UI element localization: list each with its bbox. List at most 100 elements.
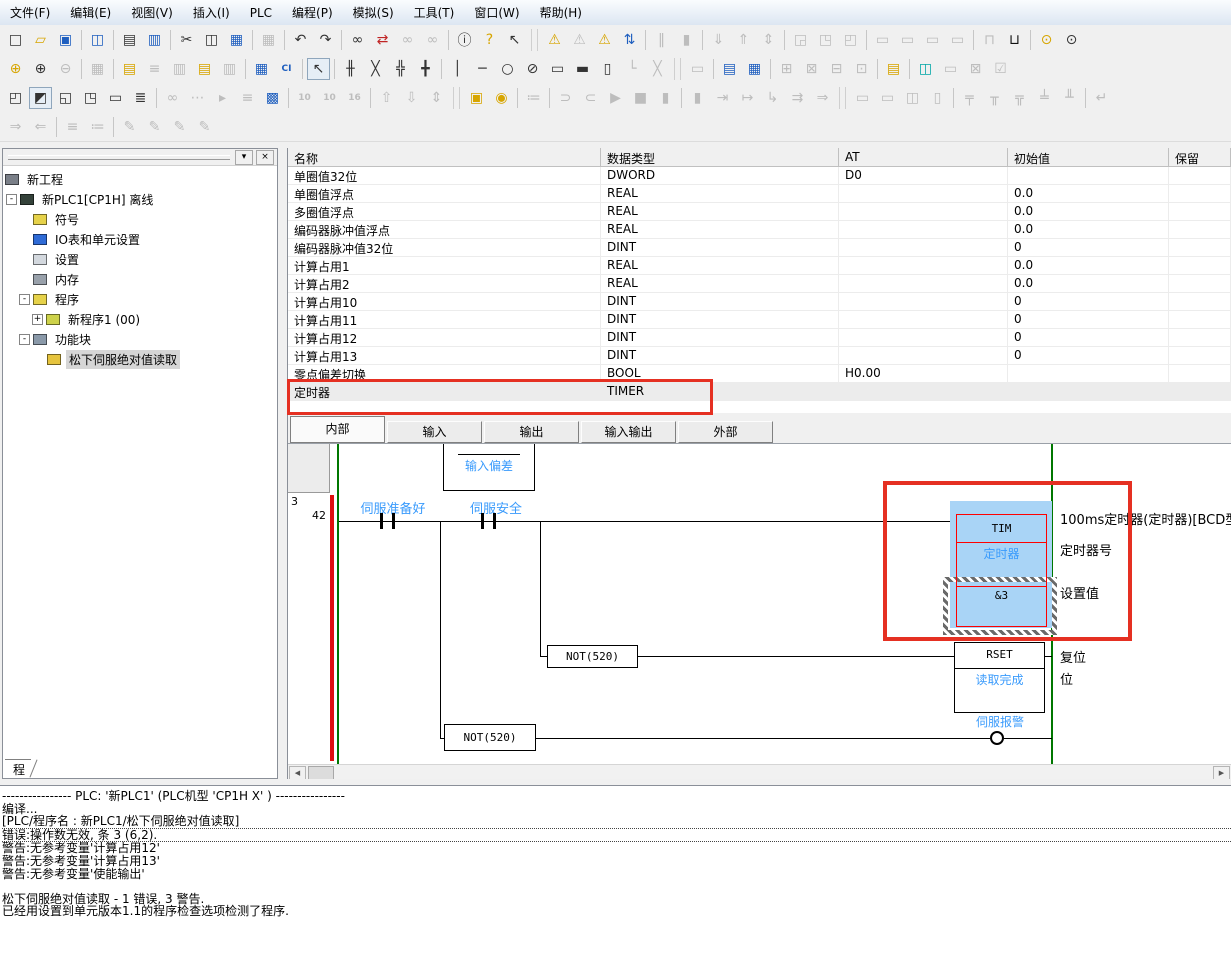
drag-handle[interactable] bbox=[8, 155, 230, 160]
table-row[interactable]: 计算占用10DINT0 bbox=[288, 293, 1231, 311]
table-cell[interactable]: 0 bbox=[1008, 311, 1169, 328]
auto-online-button[interactable]: ⇅ bbox=[618, 29, 641, 51]
table-cell[interactable]: 计算占用10 bbox=[288, 293, 601, 310]
menu-item[interactable]: 编程(P) bbox=[282, 0, 343, 25]
vertical-line-button[interactable]: │ bbox=[446, 58, 469, 80]
table-cell[interactable] bbox=[839, 293, 1008, 310]
column-header[interactable]: 名称 bbox=[288, 148, 601, 166]
table-cell[interactable]: 0 bbox=[1008, 347, 1169, 364]
table-cell[interactable]: 多圈值浮点 bbox=[288, 203, 601, 220]
table-row[interactable]: 计算占用11DINT0 bbox=[288, 311, 1231, 329]
table-cell[interactable] bbox=[1169, 329, 1231, 346]
tree-item[interactable]: -新PLC1[CP1H] 离线 bbox=[3, 189, 277, 209]
tree-item[interactable]: 新工程 bbox=[3, 169, 277, 189]
contact-open-icon[interactable] bbox=[481, 513, 484, 529]
output-line[interactable]: 警告:无参考变量'计算占用13' bbox=[2, 855, 1231, 868]
table-row[interactable]: 单圈值浮点REAL0.0 bbox=[288, 185, 1231, 203]
table-cell[interactable]: DINT bbox=[601, 347, 839, 364]
undo-button[interactable]: ↶ bbox=[289, 29, 312, 51]
table-cell[interactable] bbox=[1008, 383, 1169, 400]
output-line[interactable]: 警告:无参考变量'计算占用12' bbox=[2, 842, 1231, 855]
contact-open-icon[interactable] bbox=[392, 513, 395, 529]
new-project-button[interactable]: □ bbox=[4, 29, 27, 51]
dock-button[interactable]: ▾ bbox=[235, 150, 253, 165]
show-comments-button[interactable]: ▤ bbox=[118, 58, 141, 80]
properties-button[interactable]: ≣ bbox=[129, 87, 152, 109]
tree-item[interactable]: 松下伺服绝对值读取 bbox=[3, 349, 277, 369]
binary-monitor-button[interactable]: ▩ bbox=[261, 87, 284, 109]
page-setup-button[interactable]: ◫ bbox=[86, 29, 109, 51]
data-types-button[interactable]: CI bbox=[275, 58, 298, 80]
replace-button[interactable]: ⇄ bbox=[371, 29, 394, 51]
rset-instruction-block[interactable]: RSET 读取完成 bbox=[954, 642, 1045, 713]
table-cell[interactable]: 0 bbox=[1008, 239, 1169, 256]
table-cell[interactable] bbox=[1008, 365, 1169, 382]
table-cell[interactable]: 计算占用13 bbox=[288, 347, 601, 364]
ladder-view-button[interactable]: ◩ bbox=[29, 87, 52, 109]
sfc-view-button[interactable]: ◳ bbox=[79, 87, 102, 109]
not-instruction-block[interactable]: NOT(520) bbox=[547, 645, 638, 668]
cut-button[interactable]: ✂ bbox=[175, 29, 198, 51]
fb-instance-button[interactable]: ◫ bbox=[914, 58, 937, 80]
column-header[interactable]: 保留 bbox=[1169, 148, 1231, 166]
table-cell[interactable]: H0.00 bbox=[839, 365, 1008, 382]
table-cell[interactable] bbox=[839, 185, 1008, 202]
help-topics-button[interactable]: ? bbox=[478, 29, 501, 51]
compile-program-button[interactable]: ⚠ bbox=[543, 29, 566, 51]
section-list-button[interactable]: ▤ bbox=[718, 58, 741, 80]
open-project-button[interactable]: ▱ bbox=[29, 29, 52, 51]
table-cell[interactable] bbox=[1169, 293, 1231, 310]
fb-library-button[interactable]: ▤ bbox=[882, 58, 905, 80]
compile-output-panel[interactable]: ---------------- PLC: '新PLC1' (PLC机型 'CP… bbox=[0, 785, 1231, 966]
tree-item[interactable]: -功能块 bbox=[3, 329, 277, 349]
contact-open-icon[interactable] bbox=[493, 513, 496, 529]
about-button[interactable]: ⓘ bbox=[453, 29, 476, 51]
table-cell[interactable]: 单圈值32位 bbox=[288, 167, 601, 184]
table-cell[interactable]: REAL bbox=[601, 275, 839, 292]
rset-operand[interactable]: 读取完成 bbox=[955, 671, 1044, 688]
new-contact-button[interactable]: ╫ bbox=[339, 58, 362, 80]
menu-item[interactable]: 帮助(H) bbox=[530, 0, 592, 25]
variable-table[interactable]: 名称数据类型AT初始值保留 单圈值32位DWORDD0单圈值浮点REAL0.0多… bbox=[288, 148, 1231, 413]
work-online-button[interactable]: ▣ bbox=[465, 87, 488, 109]
table-cell[interactable]: 0 bbox=[1008, 329, 1169, 346]
table-cell[interactable]: 计算占用12 bbox=[288, 329, 601, 346]
time-chart-monitor-button[interactable]: ⊔ bbox=[1003, 29, 1026, 51]
tree-item[interactable]: 内存 bbox=[3, 269, 277, 289]
output-line[interactable]: 错误:操作数无效, 条 3 (6,2). bbox=[2, 829, 1231, 843]
contact-open-icon[interactable] bbox=[380, 513, 383, 529]
table-row[interactable]: 计算占用2REAL0.0 bbox=[288, 275, 1231, 293]
context-help-button[interactable]: ↖ bbox=[503, 29, 526, 51]
output-line[interactable]: ---------------- PLC: '新PLC1' (PLC机型 'CP… bbox=[2, 790, 1231, 803]
menu-item[interactable]: 视图(V) bbox=[121, 0, 183, 25]
horizontal-line-button[interactable]: ─ bbox=[471, 58, 494, 80]
menu-item[interactable]: 文件(F) bbox=[0, 0, 60, 25]
table-cell[interactable]: 计算占用1 bbox=[288, 257, 601, 274]
table-cell[interactable] bbox=[1169, 203, 1231, 220]
zoom-tool-button[interactable]: ⊕ bbox=[4, 58, 27, 80]
paste-button[interactable]: ▦ bbox=[225, 29, 248, 51]
select-mode-button[interactable]: ↖ bbox=[307, 58, 330, 80]
table-cell[interactable]: 计算占用11 bbox=[288, 311, 601, 328]
sheet-tab[interactable]: 输入输出 bbox=[581, 421, 676, 443]
sheet-tab[interactable]: 输出 bbox=[484, 421, 579, 443]
mnemonic-view-button[interactable]: ◱ bbox=[54, 87, 77, 109]
menu-item[interactable]: 模拟(S) bbox=[343, 0, 404, 25]
table-cell[interactable] bbox=[1169, 347, 1231, 364]
work-online-simulator-button[interactable]: ◉ bbox=[490, 87, 513, 109]
sheet-tab[interactable]: 内部 bbox=[290, 416, 385, 443]
table-cell[interactable]: 0.0 bbox=[1008, 257, 1169, 274]
table-cell[interactable] bbox=[1169, 275, 1231, 292]
table-cell[interactable]: D0 bbox=[839, 167, 1008, 184]
print-preview-button[interactable]: ▥ bbox=[143, 29, 166, 51]
zoom-in-button[interactable]: ⊕ bbox=[29, 58, 52, 80]
program-check-button[interactable]: ⚠ bbox=[593, 29, 616, 51]
close-icon[interactable]: × bbox=[256, 150, 274, 165]
tree-expander-icon[interactable]: - bbox=[19, 294, 30, 305]
table-cell[interactable]: REAL bbox=[601, 185, 839, 202]
set-password-button[interactable]: ⊙ bbox=[1035, 29, 1058, 51]
table-cell[interactable] bbox=[839, 257, 1008, 274]
table-cell[interactable]: 单圈值浮点 bbox=[288, 185, 601, 202]
new-or-closed-contact-button[interactable]: ╋ bbox=[414, 58, 437, 80]
output-coil-icon[interactable] bbox=[990, 731, 1004, 745]
